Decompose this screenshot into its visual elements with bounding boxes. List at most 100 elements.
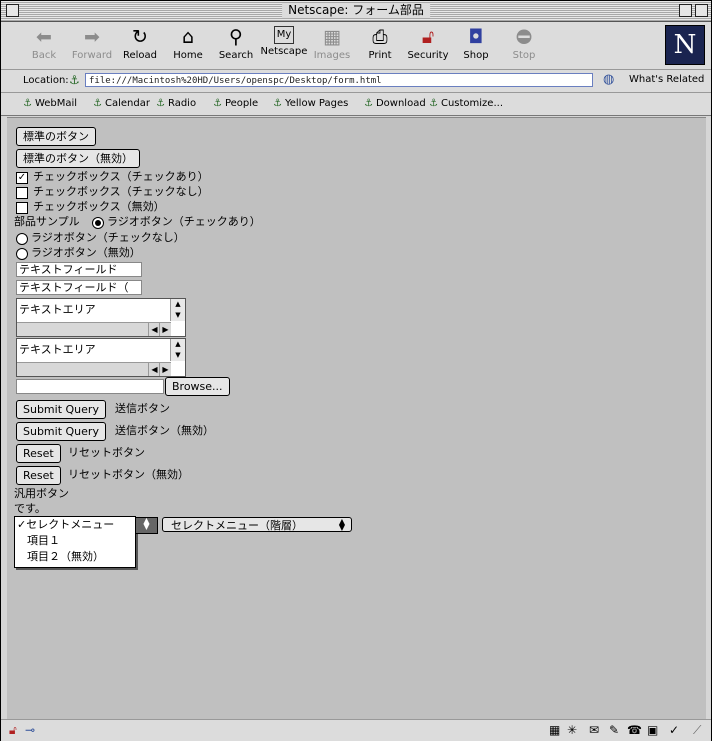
images-button[interactable]: ▦ Images xyxy=(307,26,357,61)
url-field[interactable]: file:///Macintosh%20HD/Users/openspc/Des… xyxy=(85,73,593,87)
select-option[interactable]: 項目１ xyxy=(27,534,60,548)
page-proxy-icon[interactable]: ⚓︎ xyxy=(69,73,80,87)
scroll-up-arrow-icon[interactable]: ▲ xyxy=(171,339,185,349)
radio-unchecked[interactable] xyxy=(16,233,28,245)
scroll-right-arrow-icon[interactable]: ▶ xyxy=(159,363,171,376)
radio-checked-label: ラジオボタン（チェックあり） xyxy=(107,215,261,228)
security-lock-icon[interactable]: 🔓︎ xyxy=(9,723,17,738)
checkbox-unchecked-label: チェックボックス（チェックなし） xyxy=(33,185,209,198)
vertical-scrollbar[interactable]: ▲ ▼ xyxy=(170,299,185,321)
stop-icon: ⛔︎ xyxy=(515,26,533,48)
checkbox-disabled[interactable] xyxy=(16,202,28,214)
scroll-down-arrow-icon[interactable]: ▼ xyxy=(171,350,185,360)
whats-related-button[interactable]: What's Related xyxy=(629,74,704,85)
select-menu-popup[interactable]: ✓セレクトメニュー 項目１ 項目２（無効） ▲ ▼ xyxy=(14,516,158,568)
calendar-link[interactable]: ⚓︎ Calendar xyxy=(93,98,150,109)
customize-link[interactable]: ⚓︎ Customize... xyxy=(429,98,503,109)
reset-button[interactable]: Reset xyxy=(16,444,61,463)
connection-plug-icon: ⊸ xyxy=(25,723,36,737)
select-option-selected[interactable]: ✓セレクトメニュー xyxy=(17,518,114,532)
shopping-bag-icon: ◘ xyxy=(468,26,484,48)
bookmark-icon: ⚓︎ xyxy=(156,98,165,109)
newsgroup-icon[interactable]: ▣ xyxy=(647,723,658,737)
bookmark-icon: ⚓︎ xyxy=(23,98,32,109)
globe-icon: ◍ xyxy=(603,72,615,87)
hierarchical-select-menu[interactable]: セレクトメニュー（階層） ▲ ▼ xyxy=(162,517,352,532)
browse-button[interactable]: Browse... xyxy=(165,377,230,396)
netscape-button[interactable]: My Netscape xyxy=(259,26,309,57)
radio-disabled[interactable] xyxy=(16,248,28,260)
back-arrow-icon: ⬅ xyxy=(36,26,52,48)
standard-button[interactable]: 標準のボタン xyxy=(16,127,96,146)
reload-icon: ↻ xyxy=(132,26,148,48)
netscape-logo[interactable]: N xyxy=(665,25,705,65)
zoom-box[interactable] xyxy=(679,4,692,17)
standard-button-disabled[interactable]: 標準のボタン（無効） xyxy=(16,149,140,168)
addressbook-icon[interactable]: ☎ xyxy=(627,723,642,737)
download-link[interactable]: ⚓︎ Download xyxy=(364,98,426,109)
shop-button[interactable]: ◘ Shop xyxy=(451,26,501,61)
text-field[interactable]: テキストフィールド xyxy=(16,262,142,277)
stop-button[interactable]: ⛔︎ Stop xyxy=(499,26,549,61)
text-area-disabled[interactable]: テキストエリア ▲ ▼ ◀ ▶ xyxy=(16,338,186,377)
checkbox-checked-label: チェックボックス（チェックあり） xyxy=(33,170,209,183)
resize-grip-icon[interactable]: ⟋ xyxy=(693,723,701,738)
close-box[interactable] xyxy=(6,4,19,17)
horizontal-scrollbar[interactable]: ◀ ▶ xyxy=(17,362,171,376)
search-button[interactable]: ⚲ Search xyxy=(211,26,261,61)
location-label: Location: xyxy=(23,75,69,86)
printer-icon: ⎙ xyxy=(372,26,388,48)
select-arrows-icon: ▲ ▼ xyxy=(338,517,346,532)
radio-unchecked-label: ラジオボタン（チェックなし） xyxy=(31,231,185,244)
webmail-link[interactable]: ⚓︎ WebMail xyxy=(23,98,77,109)
aim-icon[interactable]: ✓ xyxy=(669,723,679,737)
personal-toolbar: ⚓︎ WebMail ⚓︎ Calendar ⚓︎ Radio ⚓︎ People ⚓︎… xyxy=(1,93,711,116)
checkbox-unchecked[interactable] xyxy=(16,187,28,199)
navigator-icon[interactable]: ✳ xyxy=(567,723,577,737)
radio-disabled-label: ラジオボタン（無効） xyxy=(31,246,141,259)
home-icon: ⌂ xyxy=(181,26,195,48)
mail-icon[interactable]: ✉ xyxy=(589,723,599,737)
bookmark-icon: ⚓︎ xyxy=(93,98,102,109)
home-button[interactable]: ⌂ Home xyxy=(163,26,213,61)
radio-group-label: 部品サンプル xyxy=(14,215,80,228)
scroll-down-arrow-icon[interactable]: ▼ xyxy=(171,310,185,320)
navigation-toolbar: ⬅ Back ➡ Forward ↻ Reload ⌂ Home ⚲ Search My N… xyxy=(1,22,711,70)
file-input[interactable] xyxy=(16,379,164,394)
security-button[interactable]: 🔓︎ Security xyxy=(403,26,453,61)
scroll-up-arrow-icon[interactable]: ▲ xyxy=(171,299,185,309)
browser-window: Netscape: フォーム部品 ⬅ Back ➡ Forward ↻ Reload … xyxy=(0,0,712,741)
reset-button-disabled[interactable]: Reset xyxy=(16,466,61,485)
checkbox-disabled-label: チェックボックス（無効） xyxy=(33,200,165,213)
forward-arrow-icon: ➡ xyxy=(84,26,100,48)
horizontal-scrollbar[interactable]: ◀ ▶ xyxy=(17,322,171,336)
my-netscape-icon: My xyxy=(274,26,294,44)
forward-button[interactable]: ➡ Forward xyxy=(67,26,117,61)
window-title: Netscape: フォーム部品 xyxy=(282,3,430,18)
images-icon: ▦ xyxy=(323,26,341,48)
radio-checked[interactable] xyxy=(92,217,104,229)
text-field-disabled[interactable]: テキストフィールド（ xyxy=(16,280,142,295)
status-bar: 🔓︎ ⊸ ▦ ✳ ✉ ✎ ☎ ▣ ✓ ⟋ xyxy=(1,719,711,741)
scroll-right-arrow-icon[interactable]: ▶ xyxy=(159,323,171,336)
select-arrows-icon[interactable]: ▲ ▼ xyxy=(135,517,158,534)
submit-button-disabled[interactable]: Submit Query xyxy=(16,422,106,441)
location-bar: Location: ⚓︎ file:///Macintosh%20HD/User… xyxy=(1,70,711,93)
checkbox-checked[interactable]: ✓ xyxy=(16,172,28,184)
print-button[interactable]: ⎙ Print xyxy=(355,26,405,61)
bookmark-icon: ⚓︎ xyxy=(429,98,438,109)
back-button[interactable]: ⬅ Back xyxy=(19,26,69,61)
bookmark-icon: ⚓︎ xyxy=(213,98,222,109)
composer-icon[interactable]: ✎ xyxy=(609,723,619,737)
vertical-scrollbar[interactable]: ▲ ▼ xyxy=(170,339,185,361)
taskbar-icon[interactable]: ▦ xyxy=(549,723,560,737)
title-bar[interactable]: Netscape: フォーム部品 xyxy=(1,1,711,22)
yellow-pages-link[interactable]: ⚓︎ Yellow Pages xyxy=(273,98,348,109)
radio-link[interactable]: ⚓︎ Radio xyxy=(156,98,196,109)
reload-button[interactable]: ↻ Reload xyxy=(115,26,165,61)
collapse-box[interactable] xyxy=(695,4,708,17)
text-area[interactable]: テキストエリア ▲ ▼ ◀ ▶ xyxy=(16,298,186,337)
select-option-disabled[interactable]: 項目２（無効） xyxy=(27,550,104,564)
people-link[interactable]: ⚓︎ People xyxy=(213,98,258,109)
submit-button[interactable]: Submit Query xyxy=(16,400,106,419)
